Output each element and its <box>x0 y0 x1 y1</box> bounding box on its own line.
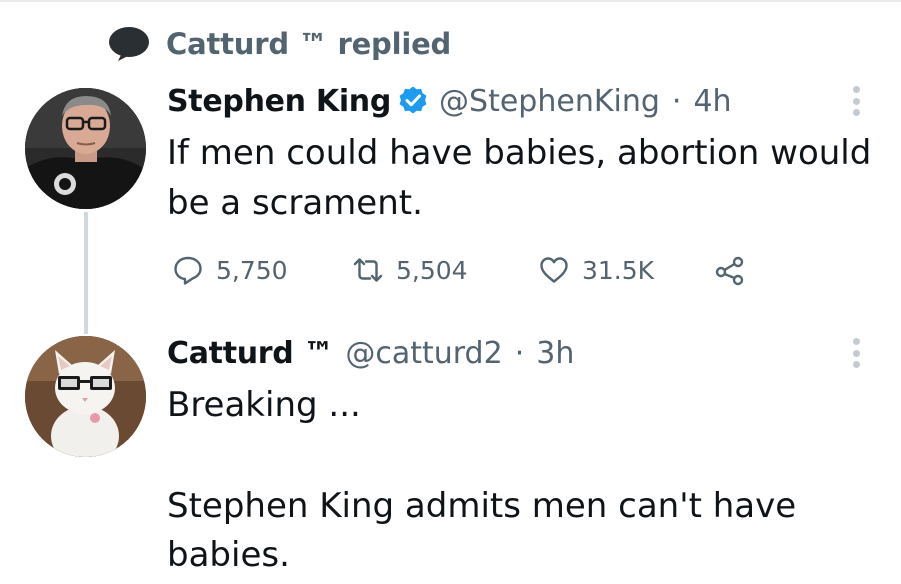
tweet1-text: If men could have babies, abortion would… <box>167 133 872 223</box>
heart-icon <box>540 257 568 283</box>
tweet2-handle[interactable]: @catturd2 <box>345 336 502 371</box>
retweet-icon <box>353 258 383 282</box>
tweet2-timestamp[interactable]: 3h <box>536 336 574 371</box>
like-button[interactable]: 31.5K <box>538 250 654 290</box>
tweet1-separator: · <box>671 83 682 119</box>
tweet1-more-options-icon[interactable] <box>851 86 861 116</box>
tweet2-text-line2: Stephen King admits men can't have <box>167 486 797 526</box>
top-divider <box>0 0 901 2</box>
like-count: 31.5K <box>582 255 655 285</box>
avatar-image <box>25 88 146 209</box>
tweet1-timestamp[interactable]: 4h <box>693 84 731 119</box>
retweet-count: 5,504 <box>396 255 468 285</box>
share-icon <box>715 256 744 286</box>
reply-button[interactable]: 5,750 <box>172 250 288 290</box>
avatar-image <box>25 336 146 457</box>
thread-connector-line <box>84 212 88 334</box>
tweet1-author-name[interactable]: Stephen King <box>167 84 391 119</box>
tweet2-more-options-icon[interactable] <box>851 338 861 368</box>
social-context-text: Catturd ™ replied <box>166 27 452 61</box>
tweet2-author-name[interactable]: Catturd ™ <box>167 336 334 371</box>
tweet1-handle[interactable]: @StephenKing <box>439 84 660 119</box>
tweet1-header: Stephen King @StephenKing · 4h <box>167 80 732 122</box>
verified-badge-icon <box>397 85 429 117</box>
reply-count: 5,750 <box>216 255 288 285</box>
tweet2-text-line3: babies. <box>167 535 290 575</box>
catturd-avatar[interactable] <box>25 336 146 457</box>
social-context[interactable]: Catturd ™ replied <box>108 26 451 62</box>
speech-bubble-icon <box>109 27 149 61</box>
retweet-button[interactable]: 5,504 <box>352 250 468 290</box>
tweet2-header: Catturd ™ @catturd2 · 3h <box>167 332 574 374</box>
tweet2-separator: · <box>514 335 525 371</box>
reply-icon <box>174 256 202 285</box>
tweet2-text-line1: Breaking ... <box>167 385 361 425</box>
stephen-king-avatar[interactable] <box>25 88 146 209</box>
share-button[interactable] <box>714 250 746 290</box>
